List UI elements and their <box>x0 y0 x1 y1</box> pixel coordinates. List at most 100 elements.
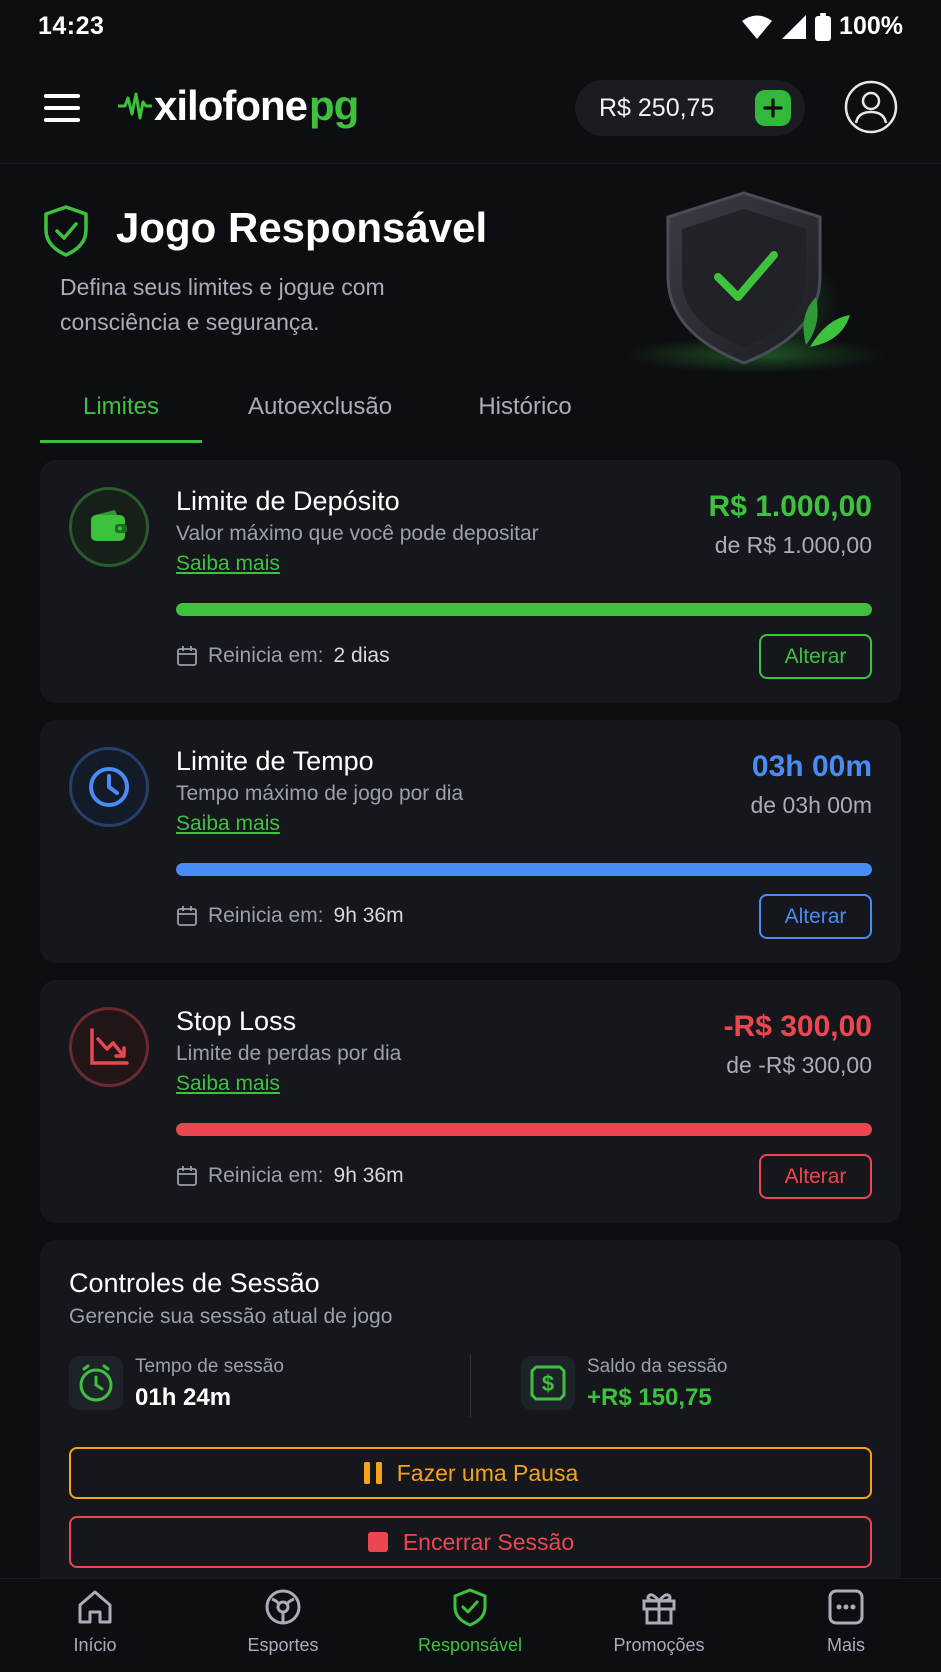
nav-inicio[interactable]: Início <box>15 1587 175 1667</box>
card-title: Stop Loss <box>176 1006 297 1036</box>
status-bar: 14:23 100% <box>0 0 941 56</box>
calendar-icon <box>177 646 197 666</box>
logo-accent-text: pg <box>309 82 359 129</box>
alter-time-button[interactable]: Alterar <box>759 894 872 939</box>
progress-fill <box>176 863 872 876</box>
logo-text: xilofone <box>154 82 308 129</box>
card-description: Valor máximo que você pode depositar <box>176 522 539 545</box>
status-indicators: 100% <box>741 12 903 41</box>
pause-label: Fazer uma Pausa <box>396 1459 579 1486</box>
time-limit-card: Limite de Tempo Tempo máximo de jogo por… <box>40 720 901 963</box>
nav-label: Promoções <box>613 1635 705 1655</box>
balance-amount: R$ 250,75 <box>599 93 715 122</box>
reset-info: Reinicia em: 9h 36m <box>176 1164 404 1188</box>
page-title: Jogo Responsável <box>116 204 488 251</box>
session-balance-label: Saldo da sessão <box>587 1356 728 1377</box>
battery-level: 100% <box>839 12 903 40</box>
progress-fill <box>176 1123 872 1136</box>
reset-label: Reinicia em: <box>208 644 324 667</box>
stop-icon <box>367 1532 388 1552</box>
limit-amount: 03h 00m <box>751 750 872 783</box>
bottom-navigation: Início Esportes Responsável Promoções Ma… <box>0 1578 941 1672</box>
session-balance-value: +R$ 150,75 <box>587 1384 712 1411</box>
menu-icon[interactable] <box>42 88 82 128</box>
reset-info: Reinicia em: 9h 36m <box>176 904 404 928</box>
deposit-limit-card: Limite de Depósito Valor máximo que você… <box>40 460 901 703</box>
calendar-icon <box>177 906 197 926</box>
pause-icon <box>363 1462 382 1484</box>
nav-esportes[interactable]: Esportes <box>203 1587 363 1667</box>
svg-text:$: $ <box>542 1371 554 1396</box>
tab-autoexclusao[interactable]: Autoexclusão <box>230 385 410 443</box>
nav-label: Responsável <box>417 1635 523 1655</box>
limit-total: de R$ 1.000,00 <box>714 532 872 558</box>
session-time-label: Tempo de sessão <box>135 1356 284 1377</box>
clock-icon <box>69 747 149 827</box>
session-title: Controles de Sessão <box>69 1268 320 1298</box>
balance-pill[interactable]: R$ 250,75 <box>575 80 805 136</box>
card-title: Limite de Tempo <box>176 746 374 776</box>
limit-amount: R$ 1.000,00 <box>708 490 872 523</box>
session-controls-card: Controles de Sessão Gerencie sua sessão … <box>40 1240 901 1580</box>
limit-amount: -R$ 300,00 <box>723 1010 872 1043</box>
limit-progress-bar <box>176 863 872 876</box>
timer-icon <box>69 1356 123 1410</box>
nav-label: Mais <box>826 1635 865 1655</box>
limit-progress-bar <box>176 1123 872 1136</box>
home-icon <box>78 1590 112 1624</box>
wifi-icon <box>742 15 773 39</box>
user-avatar-icon[interactable] <box>844 80 898 134</box>
nav-promocoes[interactable]: Promoções <box>579 1587 739 1667</box>
pause-button[interactable]: Fazer uma Pausa <box>69 1447 872 1499</box>
reset-value: 2 dias <box>333 644 390 667</box>
add-funds-button[interactable] <box>755 90 791 126</box>
more-icon <box>828 1589 864 1625</box>
wallet-icon <box>69 487 149 567</box>
learn-more-link[interactable]: Saiba mais <box>176 812 280 836</box>
card-title: Limite de Depósito <box>176 486 400 516</box>
stop-loss-card: Stop Loss Limite de perdas por dia Saiba… <box>40 980 901 1223</box>
nav-responsavel[interactable]: Responsável <box>390 1587 550 1667</box>
progress-fill <box>176 603 872 616</box>
page-subtitle: Defina seus limites e jogue com consciên… <box>60 274 385 335</box>
hero-section: Jogo Responsável Defina seus limites e j… <box>0 170 941 380</box>
status-time: 14:23 <box>38 12 105 40</box>
limit-progress-bar <box>176 603 872 616</box>
soundwave-logo-icon <box>118 92 152 120</box>
nav-label: Esportes <box>247 1635 319 1655</box>
gift-icon <box>642 1593 676 1625</box>
signal-icon <box>782 14 807 39</box>
reset-label: Reinicia em: <box>208 1164 324 1187</box>
reset-value: 9h 36m <box>333 904 404 927</box>
nav-mais[interactable]: Mais <box>766 1587 926 1667</box>
money-icon: $ <box>521 1356 575 1410</box>
app-header: xilofone pg R$ 250,75 <box>0 56 941 164</box>
card-description: Tempo máximo de jogo por dia <box>176 782 464 805</box>
tab-limites[interactable]: Limites <box>40 385 202 443</box>
brand-logo[interactable]: xilofone pg <box>118 82 359 130</box>
alter-stop-loss-button[interactable]: Alterar <box>759 1154 872 1199</box>
tab-bar: Limites Autoexclusão Histórico <box>40 385 900 443</box>
plus-icon <box>763 98 783 118</box>
battery-icon <box>815 12 832 41</box>
learn-more-link[interactable]: Saiba mais <box>176 1072 280 1096</box>
end-session-button[interactable]: Encerrar Sessão <box>69 1516 872 1568</box>
shield-check-icon <box>453 1588 487 1627</box>
reset-label: Reinicia em: <box>208 904 324 927</box>
reset-value: 9h 36m <box>333 1164 404 1187</box>
shield-check-icon <box>44 205 88 257</box>
alter-deposit-button[interactable]: Alterar <box>759 634 872 679</box>
calendar-icon <box>177 1166 197 1186</box>
reset-info: Reinicia em: 2 dias <box>176 644 390 668</box>
tab-historico[interactable]: Histórico <box>450 385 600 443</box>
session-time-value: 01h 24m <box>135 1384 232 1411</box>
card-description: Limite de perdas por dia <box>176 1042 402 1065</box>
chart-down-icon <box>69 1007 149 1087</box>
limit-total: de -R$ 300,00 <box>726 1052 872 1078</box>
stat-divider <box>470 1355 471 1417</box>
limit-total: de 03h 00m <box>750 792 872 818</box>
learn-more-link[interactable]: Saiba mais <box>176 552 280 576</box>
shield-illustration-icon <box>625 191 885 373</box>
end-session-label: Encerrar Sessão <box>402 1528 575 1555</box>
session-subtitle: Gerencie sua sessão atual de jogo <box>69 1305 393 1328</box>
